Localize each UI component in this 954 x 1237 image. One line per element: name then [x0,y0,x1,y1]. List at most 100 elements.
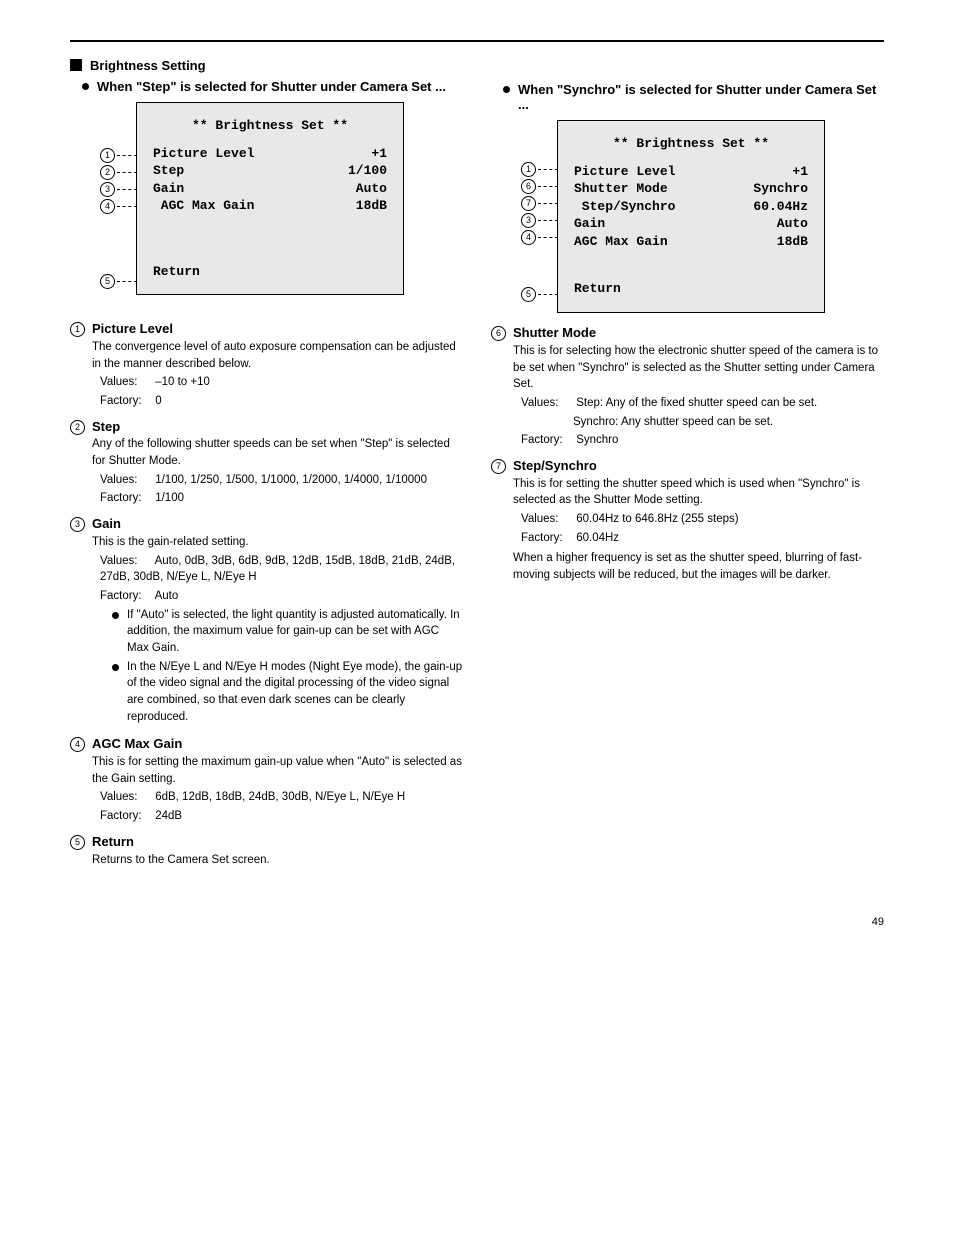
values-text: 1/100, 1/250, 1/500, 1/1000, 1/2000, 1/4… [155,474,427,486]
item-5: 5 Return Returns to the Camera Set scree… [70,833,463,869]
callout-3-icon: 3 [100,182,115,197]
callout-6-icon: 6 [521,179,536,194]
left-subhead: When "Step" is selected for Shutter unde… [82,79,463,94]
callout-1-icon: 1 [100,148,115,163]
osd-return-label: Return [574,280,621,298]
bullet-icon [82,83,89,90]
item-4-num-icon: 4 [70,737,85,752]
osd-row-label: Step [153,162,184,180]
item-5-title: Return [92,833,463,852]
item-6-title: Shutter Mode [513,324,884,343]
callout-4-icon: 4 [100,199,115,214]
top-rule [70,40,884,42]
values-text: 60.04Hz to 646.8Hz (255 steps) [576,513,738,525]
left-osd-figure: 1 2 3 4 5 ** Brightness Set ** Picture L… [100,102,463,306]
callout-5r-icon: 5 [521,287,536,302]
osd-row-value: Auto [356,180,387,198]
factory-text: Auto [155,590,179,602]
item-3-bullet-1: If "Auto" is selected, the light quantit… [112,607,463,657]
osd-row-label: Gain [153,180,184,198]
callout-4r-icon: 4 [521,230,536,245]
factory-text: 0 [155,395,161,407]
values-label: Values: [100,472,152,489]
osd-row-value: 60.04Hz [753,198,808,216]
left-column: Brightness Setting When "Step" is select… [70,58,463,876]
factory-label: Factory: [521,530,573,547]
values-text-2: Synchro: Any shutter speed can be set. [573,416,773,428]
item-3-title: Gain [92,515,463,534]
values-text: 6dB, 12dB, 18dB, 24dB, 30dB, N/Eye L, N/… [155,791,405,803]
item-7: 7 Step/Synchro This is for setting the s… [491,457,884,584]
item-5-desc: Returns to the Camera Set screen. [92,852,463,869]
bullet-text: If "Auto" is selected, the light quantit… [127,607,463,657]
values-text: Auto, 0dB, 3dB, 6dB, 9dB, 12dB, 15dB, 18… [100,555,455,584]
item-4: 4 AGC Max Gain This is for setting the m… [70,735,463,825]
factory-text: 24dB [155,810,182,822]
callout-3r-icon: 3 [521,213,536,228]
values-label: Values: [100,789,152,806]
osd-row-value: +1 [792,163,808,181]
factory-label: Factory: [100,588,152,605]
right-subhead-text: When "Synchro" is selected for Shutter u… [518,82,884,112]
item-3-num-icon: 3 [70,517,85,532]
osd-row-value: 18dB [356,197,387,215]
item-6: 6 Shutter Mode This is for selecting how… [491,324,884,449]
osd-row-label: Step/Synchro [574,198,675,216]
values-text: Step: Any of the fixed shutter speed can… [576,397,817,409]
item-4-title: AGC Max Gain [92,735,463,754]
item-6-desc: This is for selecting how the electronic… [513,343,884,393]
bullet-icon [112,612,119,619]
item-1-desc: The convergence level of auto exposure c… [92,339,463,372]
item-3-bullet-2: In the N/Eye L and N/Eye H modes (Night … [112,659,463,726]
osd-row-value: Auto [777,215,808,233]
values-label: Values: [100,553,152,570]
osd-row-label: Picture Level [574,163,675,181]
factory-label: Factory: [100,490,152,507]
left-osd-panel: ** Brightness Set ** Picture Level+1 Ste… [136,102,404,295]
item-2-num-icon: 2 [70,420,85,435]
item-6-num-icon: 6 [491,326,506,341]
right-column: When "Synchro" is selected for Shutter u… [491,58,884,876]
factory-label: Factory: [521,432,573,449]
bullet-icon [503,86,510,93]
section-title: Brightness Setting [90,58,206,73]
left-subhead-text: When "Step" is selected for Shutter unde… [97,79,446,94]
values-label: Values: [100,374,152,391]
item-2-title: Step [92,418,463,437]
left-osd-title: ** Brightness Set ** [153,117,387,135]
osd-row-value: 18dB [777,233,808,251]
item-3: 3 Gain This is the gain-related setting.… [70,515,463,727]
osd-row-label: AGC Max Gain [574,233,668,251]
bullet-icon [112,664,119,671]
callout-7-icon: 7 [521,196,536,211]
square-bullet-icon [70,59,82,71]
osd-row-label: Picture Level [153,145,254,163]
right-osd-panel: ** Brightness Set ** Picture Level+1 Shu… [557,120,825,313]
page-number: 49 [70,916,884,928]
item-7-desc: This is for setting the shutter speed wh… [513,476,884,509]
osd-row-label: AGC Max Gain [153,197,254,215]
item-4-desc: This is for setting the maximum gain-up … [92,754,463,787]
item-1-title: Picture Level [92,320,463,339]
item-1-num-icon: 1 [70,322,85,337]
item-1: 1 Picture Level The convergence level of… [70,320,463,410]
item-2: 2 Step Any of the following shutter spee… [70,418,463,508]
item-2-desc: Any of the following shutter speeds can … [92,436,463,469]
values-label: Values: [521,511,573,528]
callout-2-icon: 2 [100,165,115,180]
values-label: Values: [521,395,573,412]
osd-row-value: Synchro [753,180,808,198]
item-3-desc: This is the gain-related setting. [92,534,463,551]
callout-5-icon: 5 [100,274,115,289]
right-osd-figure: 1 6 7 3 4 5 ** Brightness Set ** Picture… [521,120,884,310]
osd-row-label: Gain [574,215,605,233]
values-text: –10 to +10 [155,376,210,388]
factory-label: Factory: [100,393,152,410]
two-columns: Brightness Setting When "Step" is select… [70,58,884,876]
item-7-note: When a higher frequency is set as the sh… [513,550,884,583]
osd-return-label: Return [153,263,200,281]
right-subhead: When "Synchro" is selected for Shutter u… [503,82,884,112]
bullet-text: In the N/Eye L and N/Eye H modes (Night … [127,659,463,726]
right-osd-title: ** Brightness Set ** [574,135,808,153]
osd-row-value: 1/100 [348,162,387,180]
